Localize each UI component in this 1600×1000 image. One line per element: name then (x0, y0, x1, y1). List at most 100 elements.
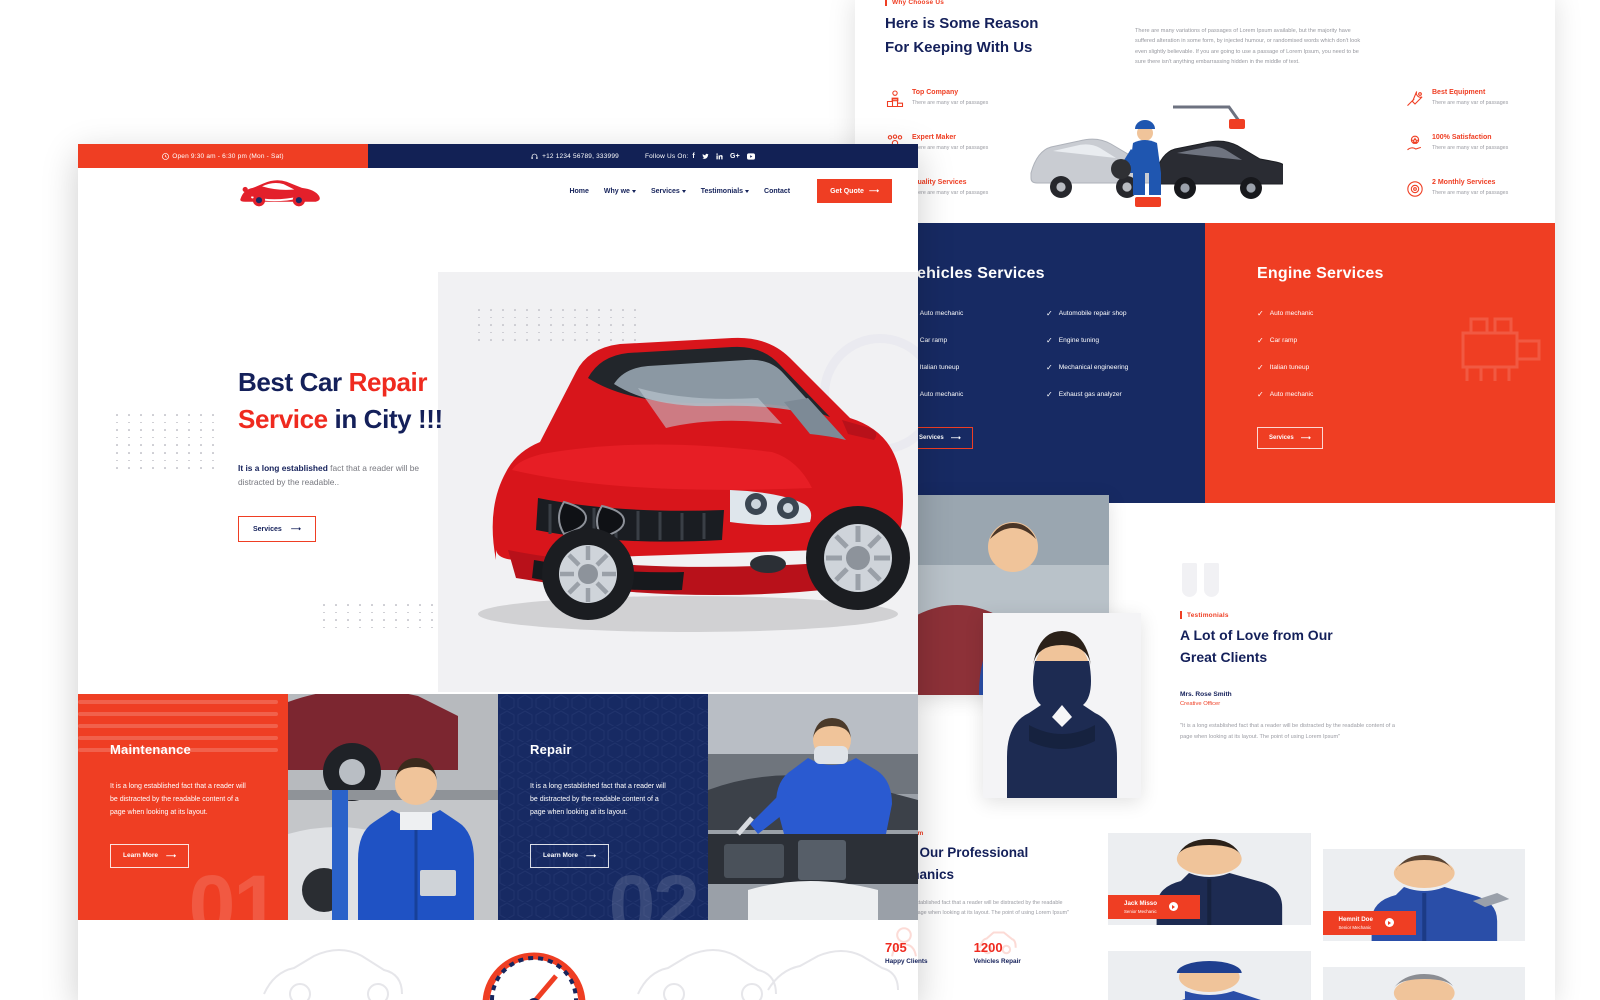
testimonials-heading: A Lot of Love from Our Great Clients (1180, 625, 1440, 668)
main-navbar: Home Why we Services Testimonials Contac… (78, 168, 918, 214)
service-label: Mechanical engineering (1058, 364, 1129, 372)
repair-photo (708, 694, 918, 920)
brand-outlines (263, 949, 899, 1000)
screenshot-stage: Why Choose Us Here is Some Reason For Ke… (0, 0, 1600, 1000)
hero-services-button[interactable]: Services ⟶ (238, 516, 316, 543)
service-label: Engine tuning (1058, 337, 1100, 345)
service-item[interactable]: ✓ Exhaust gas analyzer (1046, 390, 1177, 399)
services-band: Vehicles Services ✓ Auto mechanic ✓ Automo… (855, 223, 1555, 504)
nav-item-services[interactable]: Services (651, 188, 686, 195)
feature-title: Quality Services (912, 179, 967, 187)
team-member-card[interactable] (1322, 967, 1525, 1000)
why-heading-line2: For Keeping With Us (885, 39, 1033, 56)
top-utility-bar: Open 9:30 am - 6:30 pm (Mon - Sat) +12 1… (78, 144, 918, 168)
stat-number: 705 (885, 940, 907, 956)
testimonial-author-role: Creative Officer (1180, 700, 1221, 707)
button-label: Services (1269, 435, 1294, 442)
page-sheet-primary: Open 9:30 am - 6:30 pm (Mon - Sat) +12 1… (78, 144, 918, 1000)
feature-item[interactable]: Top Company There are many var of passag… (885, 89, 1005, 109)
nav-item-contact[interactable]: Contact (764, 188, 790, 195)
maintenance-photo (288, 694, 498, 920)
feature-text: There are many var of passages (1432, 145, 1509, 152)
service-item[interactable]: ✓Auto mechanic (907, 390, 1038, 399)
why-heading: Here is Some Reason For Keeping With Us (885, 12, 1095, 67)
nav-item-home[interactable]: Home (569, 188, 588, 195)
nav-label: Contact (764, 187, 791, 195)
play-icon[interactable] (1384, 918, 1394, 928)
engine-services-button[interactable]: Services ⟶ (1257, 427, 1323, 450)
linkedin-icon[interactable] (716, 152, 723, 160)
team-member-badge[interactable]: Jack Misso Senior Mechanic (1108, 894, 1201, 920)
team-member-badge[interactable]: Hemnit Doe Senior Mechanic (1322, 910, 1416, 936)
testimonials-heading-line2: Great Clients (1180, 649, 1268, 666)
clock-icon (162, 152, 170, 160)
feature-title: Top Company (912, 89, 959, 97)
twitter-icon[interactable] (702, 153, 709, 160)
team-member-card[interactable]: Hemnit Doe Senior Mechanic (1322, 849, 1525, 942)
team-member-card[interactable] (1108, 951, 1311, 1000)
nav-links: Home Why we Services Testimonials Contac… (569, 179, 892, 203)
hero-title-part1: Best Car (238, 367, 349, 397)
get-quote-button[interactable]: Get Quote ⟶ (817, 179, 892, 203)
team-member-name: Jack Misso (1124, 899, 1158, 907)
testimonial-author-name: Mrs. Rose Smith (1180, 690, 1232, 698)
vehicles-services-list: ✓Auto mechanic ✓Automobile repair shop ✓… (907, 309, 1177, 399)
chevron-down-icon (631, 189, 636, 193)
service-item[interactable]: ✓Auto mechanic (1257, 390, 1417, 399)
button-label: Services (919, 435, 944, 442)
nav-item-testimonials[interactable]: Testimonials (701, 188, 750, 195)
maintenance-learn-more-button[interactable]: Learn More ⟶ (110, 843, 190, 868)
play-icon[interactable] (1169, 902, 1179, 912)
service-item[interactable]: ✓ Automobile repair shop (1046, 309, 1177, 318)
service-item[interactable]: ✓ Mechanical engineering (1046, 363, 1177, 372)
engine-watermark-icon (1461, 317, 1541, 382)
maintenance-card: 01 Maintenance It is a long established … (78, 694, 288, 920)
check-icon: ✓ (1257, 309, 1264, 319)
team-section: Our Team Meet Our Professional Machanics… (855, 823, 1555, 1000)
card-text: It is a long established fact that a rea… (530, 783, 666, 816)
contact-and-social: +12 1234 56789, 333999 Follow Us On: f G… (368, 144, 918, 168)
nav-label: Services (650, 187, 680, 195)
stat-label: Happy Clients (885, 958, 928, 966)
feature-title: 2 Monthly Services (1432, 179, 1496, 187)
arrow-right-icon: ⟶ (586, 852, 597, 860)
dot-pattern (323, 604, 437, 629)
service-item[interactable]: ✓Auto mechanic (1257, 309, 1417, 318)
nav-label: Home (569, 187, 589, 195)
feature-title: Expert Maker (912, 134, 956, 142)
service-label: Car ramp (1269, 337, 1298, 345)
hand-star-icon (1405, 134, 1425, 154)
youtube-icon[interactable] (746, 152, 755, 160)
card-title: Maintenance (110, 742, 191, 757)
repair-learn-more-button[interactable]: Learn More ⟶ (530, 843, 610, 868)
vehicles-services-title: Vehicles Services (907, 265, 1045, 283)
repair-card: 02 Repair It is a long established fact … (498, 694, 708, 920)
google-plus-icon[interactable]: G+ (730, 153, 740, 160)
client-photo (983, 613, 1141, 799)
feature-cards-row: 01 Maintenance It is a long established … (78, 694, 918, 920)
why-eyebrow-label: Why Choose Us (892, 0, 945, 6)
team-member-role: Senior Mechanic (1124, 908, 1157, 914)
service-item[interactable]: ✓ Engine tuning (1046, 336, 1177, 345)
check-icon: ✓ (1046, 363, 1053, 373)
feature-item[interactable]: Best Equipment There are many var of pas… (1405, 89, 1525, 109)
nav-item-why-we[interactable]: Why we (604, 188, 636, 195)
service-item[interactable]: ✓ Car ramp (1257, 336, 1417, 345)
service-item[interactable]: ✓ Italian tuneup (1257, 363, 1417, 372)
button-label: Learn More (543, 852, 579, 860)
phone-block[interactable]: +12 1234 56789, 333999 (531, 153, 619, 160)
hero-title-part4: in City !!! (327, 404, 444, 435)
feature-item[interactable]: 2 Monthly Services There are many var of… (1405, 179, 1525, 199)
site-logo[interactable] (236, 174, 328, 208)
team-member-role: Senior Mechanic (1338, 924, 1372, 930)
feature-item[interactable]: 100% Satisfaction There are many var of … (1405, 134, 1525, 154)
testimonial-text: "It is a long established fact that a re… (1180, 722, 1395, 740)
facebook-icon[interactable]: f (692, 153, 695, 160)
arrow-right-icon: ⟶ (1300, 435, 1311, 443)
page-sheet-secondary: Why Choose Us Here is Some Reason For Ke… (855, 0, 1555, 1000)
why-paragraph: There are many variations of passages of… (1135, 28, 1361, 66)
check-icon: ✓ (1046, 309, 1053, 319)
team-member-card[interactable]: Jack Misso Senior Mechanic (1108, 833, 1311, 926)
service-label: Auto mechanic (1269, 391, 1314, 399)
card-title: Repair (530, 742, 572, 757)
